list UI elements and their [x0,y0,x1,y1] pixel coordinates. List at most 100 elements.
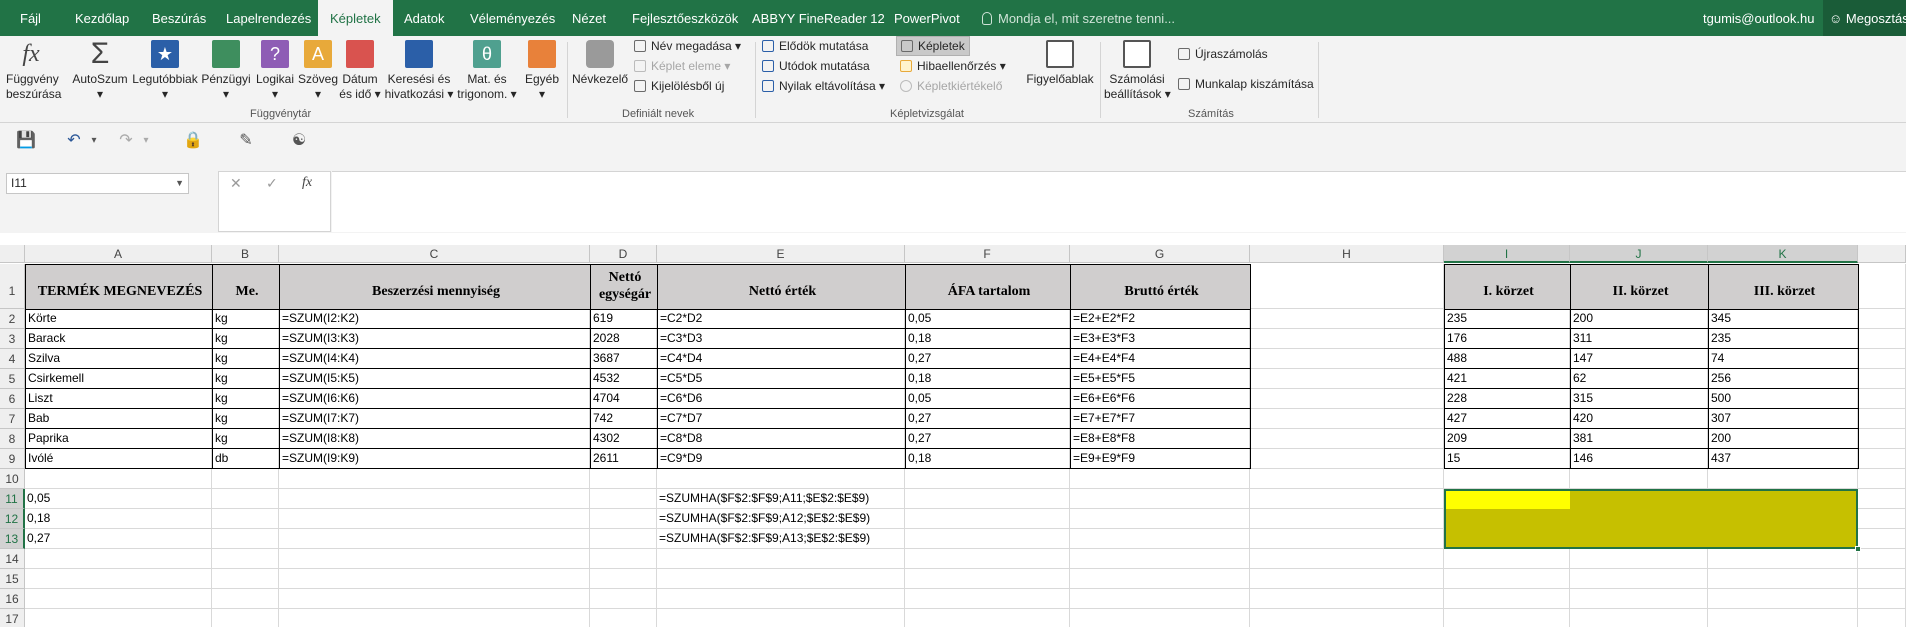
tab-file[interactable]: Fájl [20,0,41,36]
cell[interactable] [1858,509,1906,529]
table-cell[interactable]: Barack [25,329,213,349]
table-cell[interactable]: =E3+E3*F3 [1070,329,1251,349]
table-cell[interactable]: 0,05 [905,389,1071,409]
cell[interactable] [1250,309,1444,329]
cell[interactable] [1250,389,1444,409]
text-button[interactable]: A Szöveg ▾ [297,40,339,102]
cell[interactable] [279,489,590,509]
table-cell[interactable]: =C8*D8 [657,429,906,449]
cell[interactable] [905,489,1070,509]
cell[interactable] [1570,469,1708,489]
table-cell[interactable]: 427 [1444,409,1571,429]
table-cell[interactable]: =SZUM(I6:K6) [279,389,591,409]
cell[interactable] [212,569,279,589]
table-cell[interactable]: kg [212,349,280,369]
row-header-14[interactable]: 14 [0,549,25,569]
table-cell[interactable]: 0,18 [905,329,1071,349]
table-cell[interactable]: =E6+E6*F6 [1070,389,1251,409]
tab-abbyy[interactable]: ABBYY FineReader 12 [752,0,885,36]
table-cell[interactable]: 15 [1444,449,1571,469]
row-header-15[interactable]: 15 [0,569,25,589]
watch-window-button[interactable]: Figyelőablak [1022,40,1098,87]
table-cell[interactable]: =E2+E2*F2 [1070,309,1251,329]
table-cell[interactable]: 381 [1570,429,1709,449]
summary-cell[interactable]: =SZUMHA($F$2:$F$9;A11;$E$2:$E$9) [657,489,905,509]
cell[interactable] [1250,449,1444,469]
cell[interactable] [25,469,212,489]
save-icon[interactable]: 💾 [16,131,36,151]
tab-page-layout[interactable]: Lapelrendezés [226,0,311,36]
table-cell[interactable]: =C3*D3 [657,329,906,349]
cell[interactable] [1708,589,1858,609]
table-cell[interactable]: 311 [1570,329,1709,349]
row-header-7[interactable]: 7 [0,409,25,429]
table-cell[interactable]: 619 [590,309,658,329]
hierarchy-icon[interactable]: ☯ [289,131,309,151]
table-cell[interactable]: 200 [1708,429,1859,449]
table-cell[interactable]: 74 [1708,349,1859,369]
tab-review[interactable]: Véleményezés [470,0,555,36]
insert-function-icon[interactable]: fx [302,175,312,191]
table-cell[interactable]: 0,18 [905,369,1071,389]
cell[interactable] [1250,409,1444,429]
formula-input[interactable] [332,171,1906,232]
enter-icon[interactable]: ✓ [266,175,278,192]
table-cell[interactable]: 0,27 [905,409,1071,429]
table-cell[interactable]: Szilva [25,349,213,369]
column-header-f[interactable]: F [905,245,1070,263]
table-cell[interactable]: db [212,449,280,469]
logical-button[interactable]: ? Logikai ▾ [254,40,296,102]
table-cell[interactable]: 228 [1444,389,1571,409]
cell[interactable] [590,589,657,609]
cell[interactable] [1070,489,1250,509]
cell[interactable] [1444,569,1570,589]
cell[interactable] [1250,549,1444,569]
cell[interactable] [905,509,1070,529]
cell[interactable] [590,549,657,569]
table-cell[interactable]: 62 [1570,369,1709,389]
cell[interactable] [25,589,212,609]
table-cell[interactable]: =SZUM(I7:K7) [279,409,591,429]
cell[interactable] [1070,469,1250,489]
tab-powerpivot[interactable]: PowerPivot [894,0,960,36]
define-name-button[interactable]: Név megadása ▾ [634,38,741,54]
undo-dropdown-icon[interactable]: ▾ [84,131,104,151]
cell[interactable] [1708,469,1858,489]
tab-insert[interactable]: Beszúrás [152,0,206,36]
redo-dropdown-icon[interactable]: ▾ [136,131,156,151]
row-header-4[interactable]: 4 [0,349,25,369]
table-cell[interactable]: 488 [1444,349,1571,369]
cell[interactable] [212,469,279,489]
header-cell-c[interactable]: Beszerzési mennyiség [279,264,591,310]
active-cell[interactable] [1446,491,1570,509]
cell[interactable] [1858,489,1906,509]
table-cell[interactable]: kg [212,309,280,329]
calculate-sheet-button[interactable]: Munkalap kiszámítása [1178,76,1314,92]
cell[interactable] [1444,549,1570,569]
table-cell[interactable]: 0,18 [905,449,1071,469]
cell[interactable] [279,549,590,569]
column-header-a[interactable]: A [25,245,212,263]
table-cell[interactable]: Körte [25,309,213,329]
cell[interactable] [1250,529,1444,549]
cell[interactable] [25,569,212,589]
cell[interactable] [1070,589,1250,609]
summary-cell[interactable]: =SZUMHA($F$2:$F$9;A13;$E$2:$E$9) [657,529,905,549]
header-cell-g[interactable]: Bruttó érték [1070,264,1251,310]
table-cell[interactable]: 4302 [590,429,658,449]
cell[interactable] [590,609,657,627]
header-cell-j[interactable]: II. körzet [1570,264,1709,310]
table-cell[interactable]: kg [212,369,280,389]
cell[interactable] [590,489,657,509]
cell[interactable] [1070,529,1250,549]
row-header-5[interactable]: 5 [0,369,25,389]
cell[interactable] [1250,349,1444,369]
table-cell[interactable]: 4704 [590,389,658,409]
cell[interactable] [1858,309,1906,329]
summary-cell[interactable]: 0,18 [25,509,212,529]
table-cell[interactable]: =E8+E8*F8 [1070,429,1251,449]
table-cell[interactable]: 3687 [590,349,658,369]
cell[interactable] [25,549,212,569]
table-cell[interactable]: 235 [1444,309,1571,329]
row-header-1[interactable]: 1 [0,264,25,309]
